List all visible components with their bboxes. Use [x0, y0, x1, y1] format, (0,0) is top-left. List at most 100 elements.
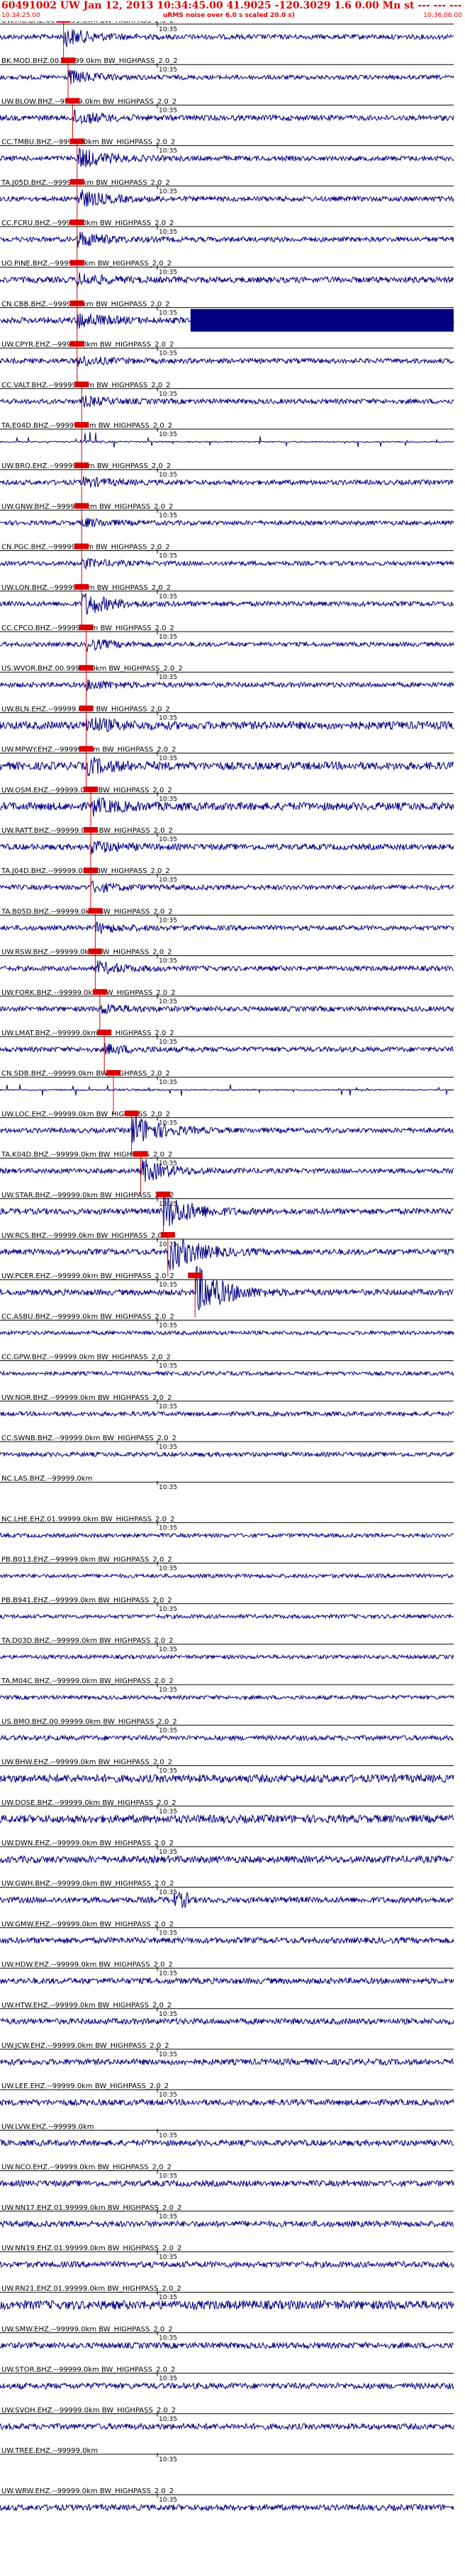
trace-row: UW.MPWY.EHZ.--99999.0km BW_HIGHPASS_2.0_… [0, 746, 454, 791]
trace-row: TA.K04D.BHZ.--99999.0km BW_HIGHPASS_2.0_… [0, 1151, 454, 1196]
waveform [0, 1084, 454, 1096]
trace-label: UW.HTW.EHZ.--99999.0km BW_HIGHPASS_2.0_2 [1, 2002, 172, 2010]
time-tick-label: 10:35 [159, 512, 177, 519]
trace-row: UW.HTW.EHZ.--99999.0km BW_HIGHPASS_2.0_2… [0, 2002, 454, 2026]
trace-row: TA.M04C.BHZ.--99999.0km BW_HIGHPASS_2.0_… [0, 1677, 454, 1701]
trace-row: UW.BLOW.BHZ.--99999.0km BW_HIGHPASS_2.0_… [0, 98, 454, 143]
time-tick-label: 10:35 [159, 756, 177, 763]
trace-label: CC.ASBU.BHZ.--99999.0km BW_HIGHPASS_2.0_… [1, 1313, 174, 1321]
trace-row: UW.NOR.BHZ.--99999.0km BW_HIGHPASS_2.0_2… [0, 1394, 454, 1418]
end-time: 10:36:06.00 [423, 12, 462, 19]
time-tick-label: 10:35 [159, 958, 177, 965]
waveform [0, 880, 454, 893]
trace-label: UW.LMAT.BHZ.--99999.0km BW_HIGHPASS_2.0_… [1, 1030, 174, 1037]
time-tick-label: 10:35 [159, 2416, 177, 2423]
time-tick-label: 10:35 [159, 2051, 177, 2058]
trace-row: TA.J05D.BHZ.--99999.0km BW_HIGHPASS_2.0_… [0, 178, 454, 224]
trace-row: UW.MO.BHZ.00-99999.0km BW_HIGHPASS_2.0_2… [0, 21, 454, 62]
time-tick-label: 10:35 [159, 2294, 177, 2301]
waveform [0, 1410, 454, 1418]
waveform [0, 1613, 454, 1620]
waveform [0, 921, 454, 934]
trace-row: TA.J04D.BHZ.--99999.0km BW_HIGHPASS_2.0_… [0, 867, 454, 913]
trace-label: UW.RN21.EHZ.01.99999.0km BW_HIGHPASS_2.0… [1, 2285, 181, 2293]
trace-label: UW.WRW.EHZ.--99999.0km BW_HIGHPASS_2.0_2 [1, 2487, 174, 2495]
time-tick-label: 10:35 [159, 188, 177, 195]
trace-row: UW.RATT.BHZ.--99999.0km BW_HIGHPASS_2.0_… [0, 827, 454, 872]
time-tick-label: 10:35 [159, 634, 177, 641]
trace-row: UW.STAR.BHZ.--99999.0km BW_HIGHPASS_2.0_… [0, 1191, 454, 1236]
time-tick-label: 10:35 [159, 1808, 177, 1816]
trace-row: UW.DWN.EHZ.--99999.0km BW_HIGHPASS_2.0_2… [0, 1840, 454, 1864]
waveform [0, 679, 454, 691]
waveform [0, 1936, 454, 1945]
trace-row: UW.NCO.EHZ.--99999.0km BW_HIGHPASS_2.0_2… [0, 2164, 454, 2188]
trace-row: CC.CPCO.BHZ.--99999.0km BW_HIGHPASS_2.0_… [0, 625, 454, 670]
trace-row: TA.B05D.BHZ.--99999.0km BW_HIGHPASS_2.0_… [0, 908, 454, 953]
time-tick-label: 10:35 [159, 26, 177, 33]
trace-label: UW.NN19.EHZ.01.99999.0km BW_HIGHPASS_2.0… [1, 2245, 181, 2252]
waveform [0, 189, 454, 207]
waveform [0, 1329, 454, 1337]
trace-row: UW.HDW.EHZ.--99999.0km BW_HIGHPASS_2.0_2… [0, 1961, 454, 1985]
trace-row: UW.RSW.BHZ.--99999.0km BW_HIGHPASS_2.0_2… [0, 948, 454, 993]
trace-label: UW.SVOH.EHZ.--99999.0km BW_HIGHPASS_2.0_… [1, 2407, 176, 2415]
time-tick-label: 10:35 [159, 2213, 177, 2221]
time-tick-label: 10:35 [159, 472, 177, 479]
trace-row: UW.SMW.EHZ.--99999.0km BW_HIGHPASS_2.0_2… [0, 2325, 454, 2349]
trace-row: UW.TREE.EHZ.--99999.0km 10:35 [0, 2447, 454, 2463]
time-tick-label: 10:35 [159, 1484, 177, 1491]
trace-label: TA.D03D.BHZ.--99999.0km BW_HIGHPASS_2.0_… [1, 1637, 174, 1645]
trace-row: UW.CPYR.EHZ.--99999.0km BW_HIGHPASS_2.0_… [0, 341, 454, 386]
trace-row: UW.FORK.BHZ.--99999.0km BW_HIGHPASS_2.0_… [0, 988, 454, 1034]
trace-label: UO.PINE.BHZ.--99999.0km BW_HIGHPASS_2.0_… [1, 260, 172, 268]
trace-label: UW.CPYR.EHZ.--99999.0km BW_HIGHPASS_2.0_… [1, 341, 174, 349]
trace-row: CC.GPW.BHZ.--99999.0km BW_HIGHPASS_2.0_2… [0, 1354, 454, 1377]
waveform [0, 2179, 454, 2188]
trace-row: BK.MOD.BHZ.00.99999.0km BW_HIGHPASS_2.0_… [0, 57, 454, 103]
waveform [0, 1572, 454, 1580]
time-tick-label: 10:35 [159, 674, 177, 681]
trace-label: UW.GMW.EHZ.--99999.0km BW_HIGHPASS_2.0_2 [1, 1920, 174, 1928]
time-tick-label: 10:35 [159, 877, 177, 884]
trace-label: PB.B941.EHZ.--99999.0km BW_HIGHPASS_2.0_… [1, 1597, 172, 1605]
time-tick-label: 10:35 [159, 1849, 177, 1856]
trace-row: UW.NN19.EHZ.01.99999.0km BW_HIGHPASS_2.0… [0, 2245, 454, 2269]
trace-label: US.BMO.BHZ.00.99999.0km BW_HIGHPASS_2.0_… [1, 1718, 177, 1726]
waveform [0, 431, 454, 448]
trace-row: UW.LON.BHZ.--99999.0km BW_HIGHPASS_2.0_2… [0, 583, 454, 629]
time-tick-label: 10:35 [159, 148, 177, 155]
trace-row: UW.SVOH.EHZ.--99999.0km BW_HIGHPASS_2.0_… [0, 2407, 454, 2431]
trace-row: UW.LEE.EHZ.--99999.0km BW_HIGHPASS_2.0_2… [0, 2082, 454, 2107]
waveform [0, 1369, 454, 1377]
waveform [0, 1854, 454, 1864]
waveform [0, 1003, 454, 1015]
trace-row: UW.LOC.EHZ.--99999.0km BW_HIGHPASS_2.0_2… [0, 1110, 454, 1156]
waveform [0, 1193, 454, 1226]
waveform [0, 1159, 454, 1182]
time-tick-label: 10:35 [159, 1161, 177, 1168]
trace-label: UW.STAR.BHZ.--99999.0km BW_HIGHPASS_2.0_… [1, 1192, 174, 1199]
trace-row: UW.RN21.EHZ.01.99999.0km BW_HIGHPASS_2.0… [0, 2285, 454, 2311]
waveform [0, 1451, 454, 1459]
trace-row: PB.B941.EHZ.--99999.0km BW_HIGHPASS_2.0_… [0, 1597, 454, 1620]
trace-row: UW.BRO.EHZ.--99999.0km BW_HIGHPASS_2.0_2… [0, 462, 454, 508]
waveform [0, 2260, 454, 2269]
trace-label: UW.TREE.EHZ.--99999.0km [1, 2447, 98, 2455]
time-tick-label: 10:35 [159, 2497, 177, 2504]
time-tick-label: 10:35 [159, 1727, 177, 1734]
trace-label: CC.FCRU.BHZ.--99999.0km BW_HIGHPASS_2.0_… [1, 220, 174, 227]
waveform [0, 355, 454, 367]
trace-row: UW.LVW.EHZ.--99999.0km 10:35 [0, 2123, 454, 2148]
waveform [0, 2138, 454, 2148]
trace-row: US.WVOR.BHZ.00.99999.0km BW_HIGHPASS_2.0… [0, 665, 454, 710]
trace-label: CC.SWNB.BHZ.--99999.0km BW_HIGHPASS_2.0_… [1, 1435, 177, 1442]
trace-label: PB.B013.EHZ.--99999.0km BW_HIGHPASS_2.0_… [1, 1556, 172, 1564]
trace-label: BK.MOD.BHZ.00.99999.0km BW_HIGHPASS_2.0_… [1, 57, 178, 65]
waveform [0, 2422, 454, 2431]
trace-row: CC.SWNB.BHZ.--99999.0km BW_HIGHPASS_2.0_… [0, 1435, 454, 1459]
trace-label: UW.HDW.EHZ.--99999.0km BW_HIGHPASS_2.0_2 [1, 1961, 173, 1969]
trace-row: UW.STOR.BHZ.--99999.0km BW_HIGHPASS_2.0_… [0, 2366, 454, 2390]
trace-label: CC.GPW.BHZ.--99999.0km BW_HIGHPASS_2.0_2 [1, 1354, 171, 1362]
waveform [0, 109, 454, 124]
